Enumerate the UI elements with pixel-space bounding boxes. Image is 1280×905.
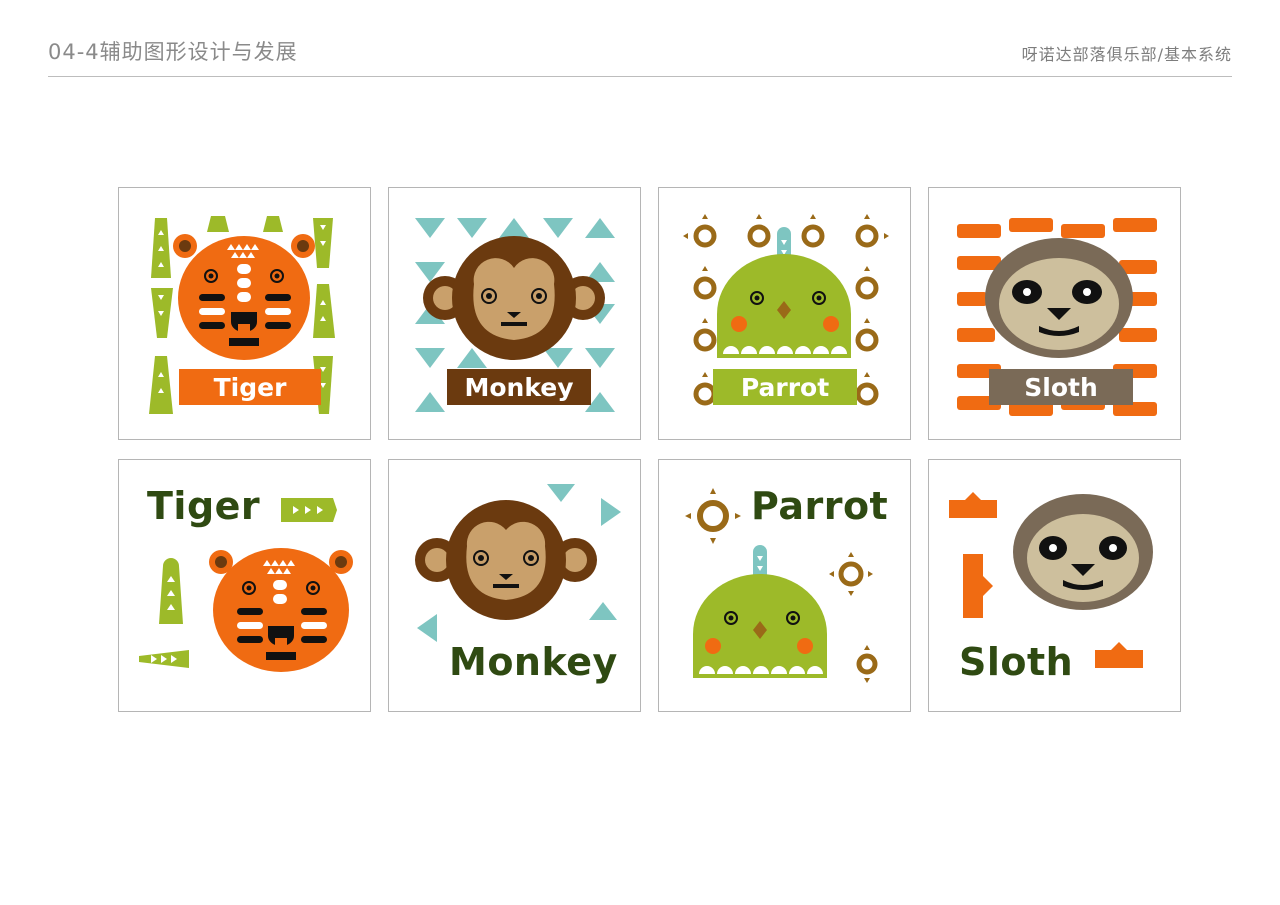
monkey-pattern-panel: Monkey: [388, 187, 641, 440]
parrot-emblem-title: Parrot: [751, 484, 889, 528]
monkey-emblem-panel: Monkey: [388, 459, 641, 712]
sloth-emblem-title: Sloth: [959, 640, 1074, 684]
monkey-emblem-title: Monkey: [449, 640, 618, 684]
tiger-label-bar: Tiger: [179, 369, 321, 405]
sloth-pattern-panel: Sloth: [928, 187, 1181, 440]
page-subtitle: 呀诺达部落俱乐部/基本系统: [1021, 45, 1232, 64]
page-title: 04-4辅助图形设计与发展: [48, 40, 298, 64]
sloth-label-bar: Sloth: [989, 369, 1133, 405]
parrot-label-bar: Parrot: [713, 369, 857, 405]
tiger-emblem-panel: Tiger: [118, 459, 371, 712]
parrot-emblem-panel: Parrot: [658, 459, 911, 712]
tiger-pattern-panel: Tiger: [118, 187, 371, 440]
sloth-emblem-panel: Sloth: [928, 459, 1181, 712]
header-divider: [48, 76, 1232, 77]
tiger-emblem-title: Tiger: [147, 484, 261, 528]
parrot-pattern-panel: Parrot: [658, 187, 911, 440]
monkey-label-bar: Monkey: [447, 369, 591, 405]
